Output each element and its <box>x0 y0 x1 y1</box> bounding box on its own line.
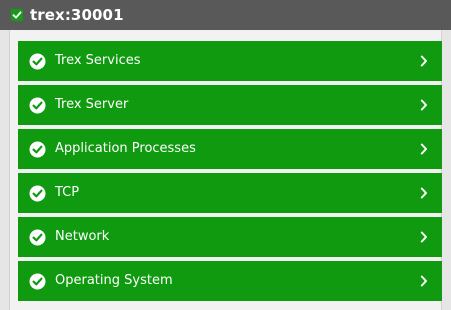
check-circle-icon <box>29 53 46 70</box>
chevron-right-icon[interactable] <box>420 55 428 67</box>
status-item-label: Operating System <box>55 273 173 288</box>
check-icon <box>11 9 23 21</box>
check-circle-icon <box>29 185 46 202</box>
status-item-label: Application Processes <box>55 141 196 156</box>
status-item-label: Network <box>55 229 110 244</box>
status-item-label: Trex Services <box>55 53 141 68</box>
status-item-network[interactable]: Network <box>18 217 442 257</box>
host-header: trex:30001 <box>0 0 451 30</box>
status-item-label: Trex Server <box>55 97 129 112</box>
chevron-right-icon[interactable] <box>420 231 428 243</box>
chevron-right-icon[interactable] <box>420 99 428 111</box>
check-circle-icon <box>29 97 46 114</box>
status-item-trex-server[interactable]: Trex Server <box>18 85 442 125</box>
host-status-window: trex:30001 Trex Services Trex Server App… <box>0 0 451 310</box>
status-item-operating-system[interactable]: Operating System <box>18 261 442 301</box>
status-item-trex-services[interactable]: Trex Services <box>18 41 442 81</box>
check-circle-icon <box>29 229 46 246</box>
check-circle-icon <box>29 141 46 158</box>
status-item-tcp[interactable]: TCP <box>18 173 442 213</box>
status-item-label: TCP <box>55 185 80 200</box>
status-item-application-processes[interactable]: Application Processes <box>18 129 442 169</box>
chevron-right-icon[interactable] <box>420 275 428 287</box>
host-title: trex:30001 <box>30 6 124 24</box>
chevron-right-icon[interactable] <box>420 187 428 199</box>
status-panel: Trex Services Trex Server Application Pr… <box>9 30 442 310</box>
check-circle-icon <box>29 273 46 290</box>
chevron-right-icon[interactable] <box>420 143 428 155</box>
status-list: Trex Services Trex Server Application Pr… <box>18 41 442 305</box>
